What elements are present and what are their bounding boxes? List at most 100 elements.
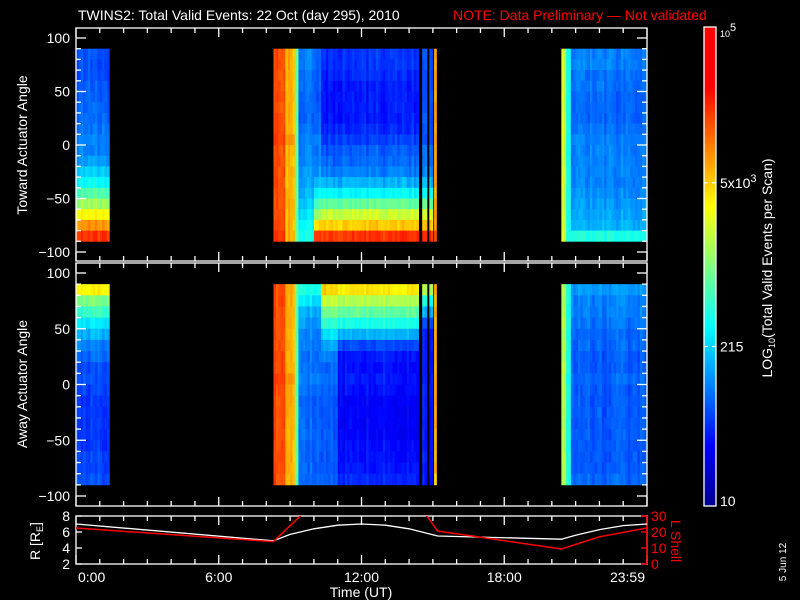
- spectrogram-cell: [599, 395, 603, 408]
- spectrogram-cell: [630, 429, 634, 441]
- spectrogram-cell: [392, 155, 396, 167]
- spectrogram-cell: [349, 440, 353, 452]
- spectrogram-cell: [635, 328, 638, 341]
- spectrogram-cell: [413, 198, 417, 210]
- spectrogram-cell: [337, 112, 341, 124]
- spectrogram-cell: [290, 70, 293, 82]
- spectrogram-cell: [597, 230, 600, 242]
- spectrogram-cell: [87, 417, 91, 430]
- spectrogram-cell: [409, 473, 412, 486]
- spectrogram-cell: [434, 219, 437, 231]
- spectrogram-cell: [561, 198, 565, 210]
- spectrogram-cell: [397, 440, 400, 452]
- spectrogram-cell: [340, 91, 343, 103]
- spectrogram-cell: [90, 187, 94, 199]
- spectrogram-cell: [592, 384, 596, 397]
- spectrogram-cell: [332, 177, 336, 189]
- spectrogram-cell: [594, 306, 598, 318]
- spectrogram-cell: [321, 417, 324, 430]
- spectrogram-cell: [275, 112, 279, 124]
- spectrogram-cell: [627, 284, 631, 296]
- spectrogram-cell: [354, 80, 358, 92]
- spectrogram-cell: [611, 166, 615, 178]
- spectrogram-cell: [90, 451, 94, 463]
- spectrogram-cell: [582, 395, 586, 408]
- spectrogram-cell: [335, 198, 339, 210]
- spectrogram-cell: [373, 351, 377, 363]
- spectrogram-cell: [642, 123, 646, 135]
- spectrogram-cell: [97, 166, 101, 178]
- spectrogram-cell: [282, 429, 286, 441]
- spectrogram-cell: [87, 166, 91, 178]
- spectrogram-cell: [625, 198, 629, 210]
- spectrogram-cell: [570, 429, 574, 441]
- spectrogram-cell: [90, 112, 94, 124]
- spectrogram-cell: [280, 395, 284, 408]
- spectrogram-cell: [563, 384, 567, 397]
- spectrogram-cell: [280, 351, 284, 363]
- spectrogram-cell: [95, 339, 98, 352]
- spectrogram-cell: [356, 230, 360, 242]
- spectrogram-cell: [397, 328, 400, 341]
- spectrogram-cell: [630, 187, 634, 199]
- spectrogram-cell: [323, 145, 327, 157]
- spectrogram-cell: [380, 317, 384, 330]
- spectrogram-cell: [604, 155, 607, 167]
- spectrogram-cell: [399, 473, 403, 486]
- spectrogram-cell: [582, 451, 586, 463]
- spectrogram-cell: [83, 155, 86, 167]
- r-tick-label: 4: [62, 540, 70, 556]
- spectrogram-cell: [424, 373, 428, 385]
- spectrogram-cell: [578, 473, 581, 486]
- spectrogram-cell: [431, 339, 434, 352]
- spectrogram-cell: [292, 91, 296, 103]
- spectrogram-cell: [635, 91, 638, 103]
- spectrogram-cell: [347, 187, 351, 199]
- spectrogram-cell: [594, 59, 598, 71]
- spectrogram-cell: [380, 473, 384, 486]
- spectrogram-cell: [620, 123, 624, 135]
- spectrogram-cell: [340, 198, 343, 210]
- spectrogram-cell: [601, 328, 605, 341]
- spectrogram-cell: [280, 166, 284, 178]
- spectrogram-cell: [387, 317, 391, 330]
- spectrogram-cell: [102, 187, 105, 199]
- spectrogram-cell: [83, 230, 86, 242]
- spectrogram-cell: [397, 209, 400, 221]
- spectrogram-cell: [104, 417, 108, 430]
- spectrogram-cell: [278, 155, 282, 167]
- spectrogram-cell: [639, 473, 643, 486]
- spectrogram-cell: [349, 155, 353, 167]
- spectrogram-cell: [344, 209, 348, 221]
- spectrogram-cell: [422, 91, 425, 103]
- spectrogram-cell: [394, 451, 398, 463]
- spectrogram-cell: [431, 112, 434, 124]
- colorbar-tick-label: 105: [720, 22, 736, 39]
- spectrogram-cell: [83, 80, 86, 92]
- spectrogram-cell: [618, 451, 622, 463]
- spectrogram-cell: [273, 219, 277, 231]
- spectrogram-cell: [397, 102, 400, 114]
- spectrogram-cell: [578, 145, 581, 157]
- spectrogram-cell: [87, 155, 91, 167]
- spectrogram-cell: [635, 362, 638, 374]
- spectrogram-cell: [392, 187, 396, 199]
- spectrogram-cell: [424, 145, 428, 157]
- spectrogram-cell: [424, 80, 428, 92]
- spectrogram-cell: [375, 306, 379, 318]
- spectrogram-cell: [608, 395, 612, 408]
- spectrogram-cell: [566, 219, 569, 231]
- spectrogram-cell: [585, 219, 588, 231]
- spectrogram-cell: [285, 112, 289, 124]
- spectrogram-cell: [416, 155, 419, 167]
- spectrogram-cell: [642, 328, 646, 341]
- spectrogram-cell: [80, 306, 84, 318]
- spectrogram-cell: [282, 395, 286, 408]
- spectrogram-cell: [356, 351, 360, 363]
- spectrogram-cell: [599, 284, 603, 296]
- spectrogram-cell: [597, 384, 600, 397]
- spectrogram-cell: [585, 155, 588, 167]
- spectrogram-cell: [587, 417, 591, 430]
- spectrogram-cell: [608, 230, 612, 242]
- spectrogram-cell: [337, 230, 341, 242]
